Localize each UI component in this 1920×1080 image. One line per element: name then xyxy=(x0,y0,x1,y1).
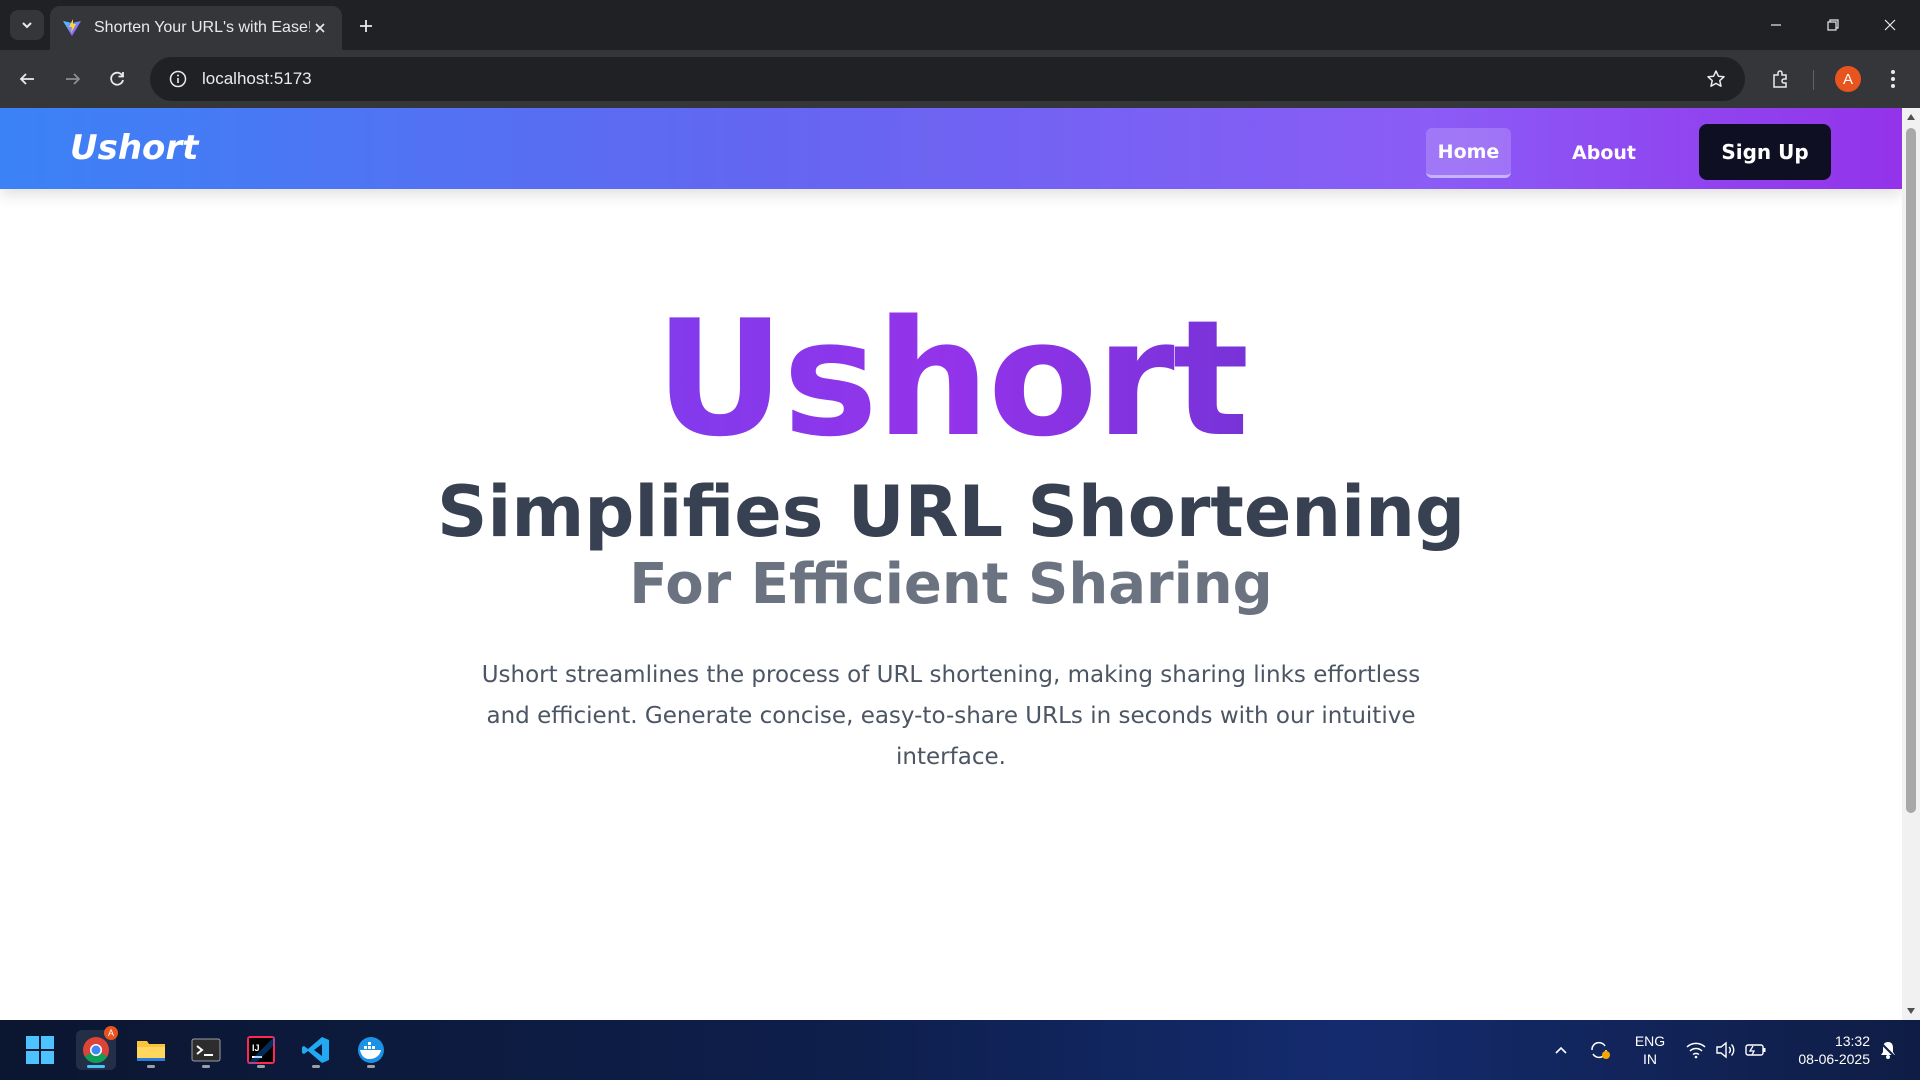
profile-avatar[interactable]: A xyxy=(1835,66,1861,92)
nav-link-home[interactable]: Home xyxy=(1426,128,1511,178)
signup-button[interactable]: Sign Up xyxy=(1699,124,1831,180)
active-indicator xyxy=(87,1065,105,1068)
clock-date: 08-06-2025 xyxy=(1798,1051,1870,1067)
battery-icon[interactable] xyxy=(1738,1030,1774,1070)
sync-status-icon[interactable] xyxy=(1582,1030,1618,1070)
vscode-icon[interactable] xyxy=(296,1030,336,1070)
hero-description: Ushort streamlines the process of URL sh… xyxy=(481,662,1421,770)
input-language-indicator[interactable]: ENG IN xyxy=(1625,1032,1675,1068)
browser-toolbar: localhost:5173 A xyxy=(0,50,1920,108)
address-bar[interactable]: localhost:5173 xyxy=(150,57,1745,101)
bookmark-star-icon[interactable] xyxy=(1699,62,1733,96)
back-arrow-icon[interactable] xyxy=(10,62,44,96)
extensions-puzzle-icon[interactable] xyxy=(1764,62,1798,96)
browser-tab-active[interactable]: Shorten Your URL's with Ease! xyxy=(50,6,342,50)
hero-tagline: For Efficient Sharing xyxy=(629,552,1273,617)
toolbar-divider xyxy=(1813,70,1814,90)
hero-title: Ushort xyxy=(0,294,1902,464)
svg-text:IJ: IJ xyxy=(252,1043,260,1053)
running-indicator xyxy=(257,1065,265,1068)
language-label: ENG xyxy=(1634,1033,1666,1049)
tray-chevron-up-icon[interactable] xyxy=(1543,1030,1579,1070)
hero-subtitle: Simplifies URL Shortening xyxy=(436,471,1466,553)
chrome-profile-badge: A xyxy=(104,1026,118,1040)
tab-close-icon[interactable] xyxy=(310,18,330,38)
tab-title: Shorten Your URL's with Ease! xyxy=(94,19,310,36)
close-window-icon[interactable] xyxy=(1872,8,1908,42)
region-label: IN xyxy=(1643,1051,1657,1067)
minimize-icon[interactable] xyxy=(1758,8,1794,42)
reload-icon[interactable] xyxy=(100,62,134,96)
clock[interactable]: 13:32 08-06-2025 xyxy=(1780,1032,1870,1068)
windows-start-icon[interactable] xyxy=(20,1030,60,1070)
docker-icon[interactable] xyxy=(351,1030,391,1070)
scrollbar-thumb[interactable] xyxy=(1906,128,1916,813)
new-tab-icon[interactable] xyxy=(352,12,380,40)
notification-bell-icon[interactable] xyxy=(1870,1030,1906,1070)
site-info-icon[interactable] xyxy=(164,65,192,93)
scroll-down-arrow-icon[interactable] xyxy=(1905,1005,1917,1017)
running-indicator xyxy=(147,1065,155,1068)
vite-favicon-icon xyxy=(63,19,81,36)
kebab-menu-icon[interactable] xyxy=(1876,62,1910,96)
running-indicator xyxy=(312,1065,320,1068)
page-scrollbar[interactable] xyxy=(1902,108,1920,1020)
browser-tab-bar: Shorten Your URL's with Ease! xyxy=(0,0,1920,50)
terminal-icon[interactable] xyxy=(186,1030,226,1070)
chevron-down-icon xyxy=(22,22,32,29)
site-navbar: Ushort Home About Sign Up xyxy=(0,108,1902,189)
chrome-taskbar-icon[interactable]: A xyxy=(76,1026,118,1070)
scroll-up-arrow-icon[interactable] xyxy=(1905,111,1917,123)
page-viewport: Ushort Home About Sign Up Ushort Simplif… xyxy=(0,108,1920,1020)
nav-link-about[interactable]: About xyxy=(1560,128,1648,178)
running-indicator xyxy=(202,1065,210,1068)
running-indicator xyxy=(367,1065,375,1068)
forward-arrow-icon[interactable] xyxy=(56,62,90,96)
url-text[interactable]: localhost:5173 xyxy=(202,69,1699,89)
clock-time: 13:32 xyxy=(1834,1033,1870,1049)
file-explorer-icon[interactable] xyxy=(131,1030,171,1070)
windows-taskbar: A IJ ENG IN 13:32 08-06-2025 xyxy=(0,1020,1920,1080)
intellij-idea-icon[interactable]: IJ xyxy=(241,1030,281,1070)
tab-search-button[interactable] xyxy=(10,10,44,40)
restore-icon[interactable] xyxy=(1815,8,1851,42)
brand-logo[interactable]: Ushort xyxy=(70,128,198,168)
